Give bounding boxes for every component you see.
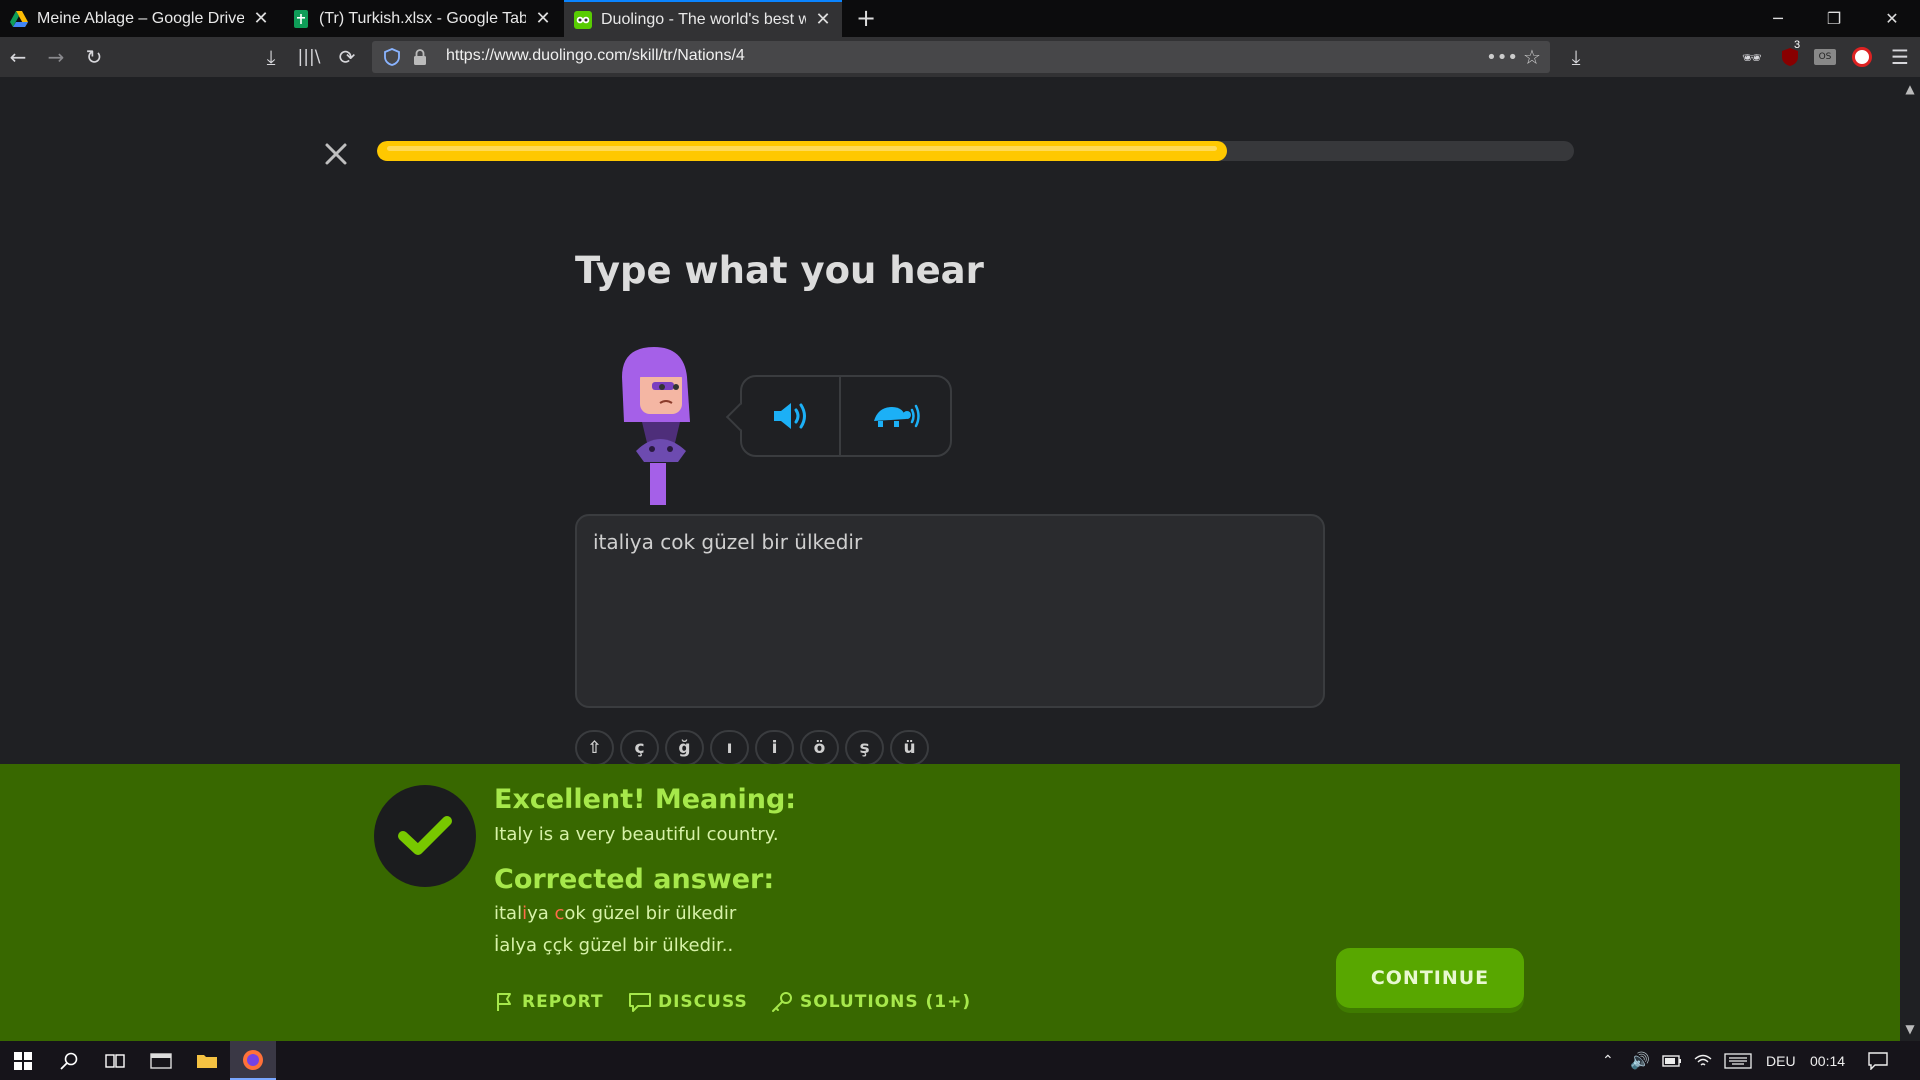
corrected-text: ital — [494, 903, 523, 924]
clock[interactable]: 00:14 — [1810, 1041, 1845, 1080]
volume-icon[interactable]: 🔊 — [1630, 1041, 1650, 1080]
wifi-icon[interactable] — [1694, 1041, 1712, 1080]
solutions-button[interactable]: SOLUTIONS (1+) — [770, 989, 971, 1015]
corrected-answer-line: italiya cok güzel bir ülkedir — [494, 903, 736, 924]
tab-duolingo[interactable]: Duolingo - The world's best wa ✕ — [564, 0, 842, 37]
continue-button[interactable]: CONTINUE — [1336, 948, 1524, 1008]
char-key[interactable]: ğ — [665, 730, 704, 766]
play-audio-button[interactable] — [742, 377, 839, 455]
reload-icon[interactable]: ↻ — [80, 43, 108, 71]
minimize-icon[interactable]: ─ — [1750, 0, 1806, 37]
turtle-icon — [873, 404, 920, 428]
comment-icon — [629, 993, 651, 1012]
shift-key[interactable]: ⇧ — [575, 730, 614, 766]
extension-os-icon[interactable]: OS — [1814, 49, 1836, 65]
page-actions-icon[interactable]: ••• — [1486, 45, 1518, 69]
discuss-label: DISCUSS — [658, 992, 748, 1012]
extension-badge: 3 — [1794, 39, 1801, 51]
new-tab-icon[interactable]: + — [852, 4, 880, 32]
speaker-icon — [773, 403, 806, 429]
synced-tabs-icon[interactable]: ⟳ — [333, 43, 361, 71]
highlighted-correction: c — [554, 903, 565, 924]
char-key[interactable]: ü — [890, 730, 929, 766]
special-character-row: ⇧ ç ğ ı i ö ş ü — [575, 730, 929, 766]
lily-character-illustration — [622, 347, 690, 505]
close-lesson-icon[interactable] — [318, 136, 354, 172]
report-label: REPORT — [522, 992, 604, 1012]
url-text: https://www.duolingo.com/skill/tr/Nation… — [446, 47, 745, 64]
search-icon[interactable] — [46, 1041, 92, 1080]
address-bar[interactable]: https://www.duolingo.com/skill/tr/Nation… — [372, 41, 1550, 73]
close-window-icon[interactable]: ✕ — [1864, 0, 1920, 37]
windows-start-icon[interactable] — [0, 1041, 46, 1080]
keyboard-icon[interactable] — [1724, 1041, 1752, 1080]
key-icon — [772, 992, 792, 1012]
restore-icon[interactable]: ❐ — [1806, 0, 1862, 37]
answer-textarea[interactable]: italiya cok güzel bir ülkedir — [575, 514, 1325, 708]
user-answer-diff-line: İalya ççk güzel bir ülkedir.. — [494, 935, 734, 956]
notifications-icon[interactable] — [1868, 1041, 1888, 1080]
tracking-protection-icon[interactable] — [380, 45, 404, 69]
tab-google-sheets[interactable]: (Tr) Turkish.xlsx - Google Tabell ✕ — [282, 0, 562, 37]
scroll-down-icon[interactable]: ▼ — [1900, 1019, 1920, 1039]
duolingo-icon — [574, 10, 592, 29]
char-key[interactable]: ş — [845, 730, 884, 766]
scroll-up-icon[interactable]: ▲ — [1900, 79, 1920, 99]
corrected-text: ya — [527, 903, 555, 924]
library-icon[interactable]: |||\ — [295, 43, 323, 71]
lock-icon[interactable] — [408, 45, 432, 69]
feedback-meaning: Italy is a very beautiful country. — [494, 824, 779, 845]
save-to-pocket-icon[interactable]: ⤓ — [257, 43, 285, 71]
firefox-icon[interactable] — [230, 1041, 276, 1080]
challenge-prompt: Type what you hear — [575, 249, 984, 292]
bookmark-star-icon[interactable]: ☆ — [1520, 45, 1544, 69]
duolingo-page: Type what you hear italiya cok güzel bir… — [0, 77, 1900, 1041]
progress-shine — [387, 146, 1217, 151]
tab-title: Duolingo - The world's best wa — [601, 10, 806, 28]
flag-icon — [497, 993, 511, 1011]
app-window-icon[interactable] — [138, 1041, 184, 1080]
checkmark-icon — [398, 816, 452, 855]
report-button[interactable]: REPORT — [494, 989, 604, 1015]
windows-taskbar: ⌃ 🔊 DEU 00:14 — [0, 1041, 1920, 1080]
correct-badge — [374, 785, 476, 887]
google-sheets-icon — [294, 9, 308, 28]
forward-icon[interactable]: → — [42, 43, 70, 71]
input-language[interactable]: DEU — [1766, 1041, 1796, 1080]
solutions-label: SOLUTIONS (1+) — [800, 992, 972, 1012]
tab-title: (Tr) Turkish.xlsx - Google Tabell — [319, 9, 526, 27]
char-key[interactable]: ı — [710, 730, 749, 766]
play-slow-audio-button[interactable] — [841, 377, 950, 455]
discuss-button[interactable]: DISCUSS — [628, 989, 748, 1015]
corrected-text: ok güzel bir ülkedir — [564, 903, 737, 924]
extension-circle-icon[interactable] — [1852, 47, 1872, 67]
tab-google-drive[interactable]: Meine Ablage – Google Drive ✕ — [0, 0, 280, 37]
battery-icon[interactable] — [1662, 1041, 1682, 1080]
close-tab-icon[interactable]: ✕ — [252, 8, 270, 29]
lesson-progress-bar — [377, 141, 1574, 161]
extension-incognito-icon[interactable]: 🕶 — [1738, 43, 1766, 71]
char-key[interactable]: ö — [800, 730, 839, 766]
menu-icon[interactable]: ☰ — [1886, 43, 1914, 71]
corrected-answer-heading: Corrected answer: — [494, 864, 775, 895]
close-tab-icon[interactable]: ✕ — [534, 8, 552, 29]
tab-title: Meine Ablage – Google Drive — [37, 9, 244, 27]
browser-tab-bar: Meine Ablage – Google Drive ✕ (Tr) Turki… — [0, 0, 1920, 37]
downloads-icon[interactable]: ⤓ — [1562, 43, 1590, 71]
feedback-panel: Excellent! Meaning: Italy is a very beau… — [0, 764, 1900, 1041]
audio-buttons — [740, 375, 952, 457]
task-view-icon[interactable] — [92, 1041, 138, 1080]
progress-fill — [377, 141, 1227, 161]
char-key[interactable]: ç — [620, 730, 659, 766]
char-key[interactable]: i — [755, 730, 794, 766]
ublock-icon[interactable]: 3 — [1776, 39, 1804, 71]
page-scrollbar[interactable]: ▲ ▼ — [1900, 77, 1920, 1041]
file-explorer-icon[interactable] — [184, 1041, 230, 1080]
close-tab-icon[interactable]: ✕ — [814, 9, 832, 30]
show-hidden-icons-icon[interactable]: ⌃ — [1602, 1041, 1614, 1080]
google-drive-icon — [10, 10, 28, 27]
back-icon[interactable]: ← — [4, 43, 32, 71]
feedback-heading: Excellent! Meaning: — [494, 784, 797, 815]
